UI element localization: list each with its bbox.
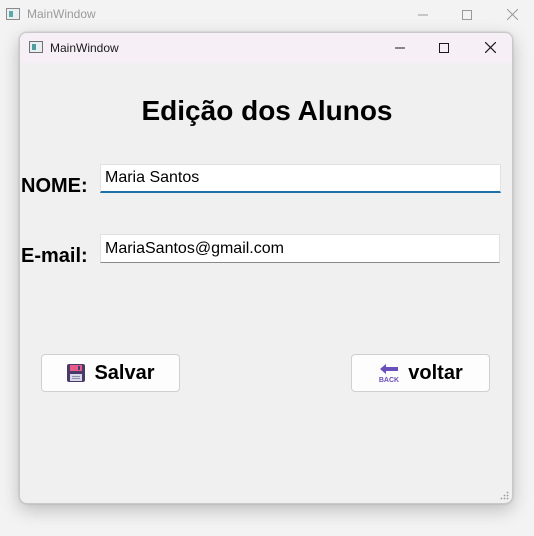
parent-window-title: MainWindow <box>27 7 96 21</box>
edit-student-window: MainWindow Edição dos Alunos NOME: E-mai… <box>19 32 513 504</box>
minimize-button[interactable] <box>382 37 418 59</box>
parent-titlebar: MainWindow <box>0 0 534 30</box>
parent-close-button[interactable] <box>497 4 527 26</box>
svg-text:BACK: BACK <box>379 377 399 384</box>
window-title: MainWindow <box>50 41 119 55</box>
maximize-button[interactable] <box>426 37 462 59</box>
nome-label: NOME: <box>21 175 88 197</box>
parent-maximize-button[interactable] <box>452 4 482 26</box>
save-button[interactable]: Salvar <box>41 354 180 392</box>
close-button[interactable] <box>472 37 508 59</box>
close-icon <box>506 8 518 21</box>
parent-app-icon <box>6 8 20 20</box>
maximize-icon <box>462 10 472 20</box>
app-icon <box>29 41 43 53</box>
floppy-disk-icon <box>66 363 86 383</box>
window-titlebar[interactable]: MainWindow <box>20 33 512 63</box>
minimize-icon <box>418 14 428 16</box>
back-button[interactable]: BACK voltar <box>351 354 490 392</box>
minimize-icon <box>395 47 405 49</box>
nome-input[interactable] <box>100 164 501 193</box>
back-arrow-icon: BACK <box>378 362 400 384</box>
email-label: E-mail: <box>21 245 88 267</box>
resize-grip-icon[interactable] <box>499 490 509 500</box>
back-button-label: voltar <box>408 361 463 384</box>
close-icon <box>484 41 496 54</box>
maximize-icon <box>439 42 449 53</box>
parent-minimize-button[interactable] <box>408 4 438 26</box>
page-title: Edição dos Alunos <box>141 95 393 126</box>
email-input[interactable] <box>100 234 500 263</box>
save-button-label: Salvar <box>94 361 155 384</box>
